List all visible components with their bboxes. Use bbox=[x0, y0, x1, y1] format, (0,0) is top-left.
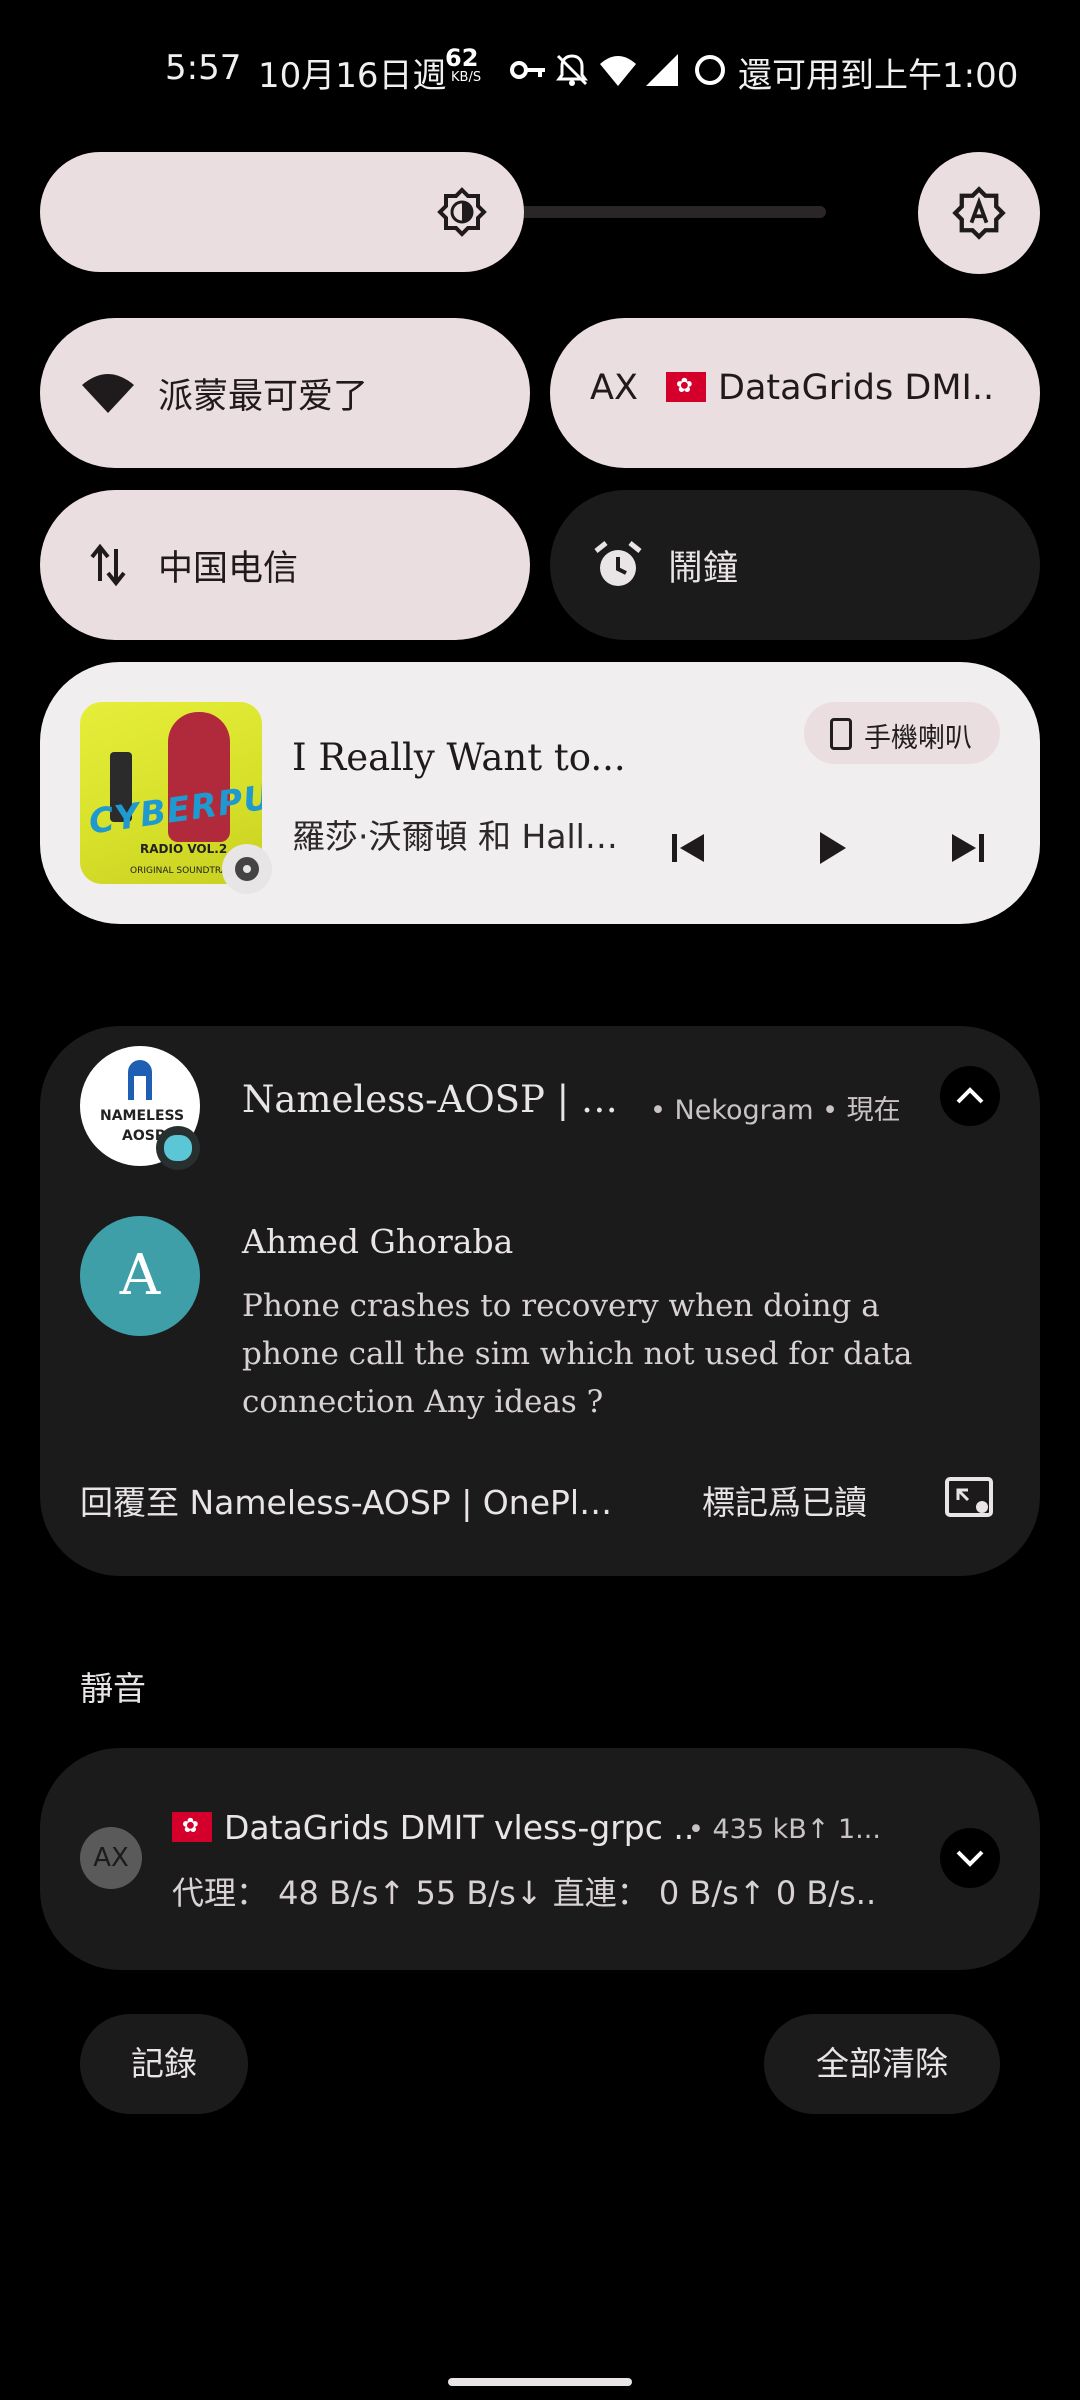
alarm-icon bbox=[594, 541, 642, 586]
group-avatar-text-1: NAMELESS bbox=[100, 1108, 185, 1124]
nameless-logo-icon bbox=[128, 1060, 152, 1100]
wifi-icon bbox=[82, 374, 134, 413]
skip-previous-icon[interactable] bbox=[658, 818, 718, 878]
album-art-subtitle: RADIO VOL.2 bbox=[140, 842, 228, 856]
net-speed-indicator: 62 KB/S bbox=[445, 44, 497, 92]
notifications-off-icon bbox=[556, 54, 588, 86]
reply-action-button[interactable]: 回覆至 Nameless-AOSP | OnePlus... bbox=[80, 1476, 630, 1524]
brightness-auto-icon bbox=[952, 186, 1006, 240]
tile-alarm[interactable]: 鬧鐘 bbox=[550, 490, 1040, 640]
silent-section-header: 靜音 bbox=[80, 1669, 146, 1708]
tile-wifi[interactable]: 派蒙最可爱了 bbox=[40, 318, 530, 468]
phone-icon bbox=[830, 718, 852, 750]
output-device-label: 手機喇叭 bbox=[864, 723, 972, 754]
tile-wifi-label: 派蒙最可爱了 bbox=[158, 377, 369, 417]
tile-mobile-data[interactable]: 中国电信 bbox=[40, 490, 530, 640]
sender-name: Ahmed Ghoraba bbox=[242, 1222, 514, 1261]
clock: 5:57 bbox=[165, 48, 242, 88]
tile-vpn[interactable]: AX DataGrids DMI.. bbox=[550, 318, 1040, 468]
vpn-notification[interactable]: AX DataGrids DMIT vless-grpc .. • 435 kB… bbox=[40, 1748, 1040, 1970]
tile-mobile-data-label: 中国电信 bbox=[158, 549, 299, 589]
skip-next-icon[interactable] bbox=[938, 818, 998, 878]
play-icon[interactable] bbox=[800, 818, 860, 878]
chevron-down-icon bbox=[956, 1850, 984, 1867]
chevron-up-icon bbox=[956, 1087, 984, 1104]
sender-avatar: A bbox=[80, 1216, 200, 1336]
wifi-icon bbox=[600, 56, 636, 86]
net-speed-unit: KB/S bbox=[451, 70, 482, 85]
conversation-title: Nameless-AOSP | On... bbox=[242, 1078, 642, 1121]
vpn-key-icon bbox=[510, 61, 545, 79]
vpn-title: DataGrids DMIT vless-grpc .. bbox=[172, 1808, 694, 1847]
brightness-track[interactable] bbox=[500, 206, 826, 218]
date: 10月16日週 bbox=[258, 56, 447, 96]
song-artist: 羅莎·沃爾頓 和 Halli... bbox=[292, 817, 622, 856]
auto-brightness-button[interactable] bbox=[918, 152, 1040, 274]
tile-vpn-label: DataGrids DMI.. bbox=[666, 368, 1006, 408]
collapse-button[interactable] bbox=[940, 1066, 1000, 1126]
bubble-icon[interactable] bbox=[944, 1476, 994, 1518]
vpn-meta: • 435 kB↑ 1... bbox=[688, 1814, 881, 1845]
tile-alarm-label: 鬧鐘 bbox=[668, 549, 739, 589]
vpn-traffic-text: 代理： 48 B/s↑ 55 B/s↓ 直連： 0 B/s↑ 0 B/s.. bbox=[172, 1874, 877, 1912]
expand-button[interactable] bbox=[940, 1828, 1000, 1888]
vpn-app-icon: AX bbox=[80, 1827, 142, 1889]
conversation-meta: • Nekogram • 現在 bbox=[650, 1095, 901, 1126]
status-bar: 5:57 10月16日週 62 KB/S 還可用到上午1:00 bbox=[0, 44, 1080, 96]
cellular-signal-icon bbox=[646, 54, 678, 86]
mark-read-action-button[interactable]: 標記爲已讀 bbox=[702, 1476, 867, 1524]
song-title: I Really Want to... bbox=[292, 736, 626, 779]
gesture-home-bar[interactable] bbox=[448, 2378, 632, 2386]
media-player-card[interactable]: CYBERPUNK RADIO VOL.2 ORIGINAL SOUNDTRAC… bbox=[40, 662, 1040, 924]
battery-until-text: 還可用到上午1:00 bbox=[738, 56, 1019, 96]
nekogram-app-icon bbox=[156, 1126, 200, 1170]
mobile-data-icon bbox=[90, 543, 126, 587]
net-speed-value: 62 bbox=[445, 44, 479, 72]
media-app-badge-icon bbox=[222, 844, 272, 894]
clear-all-button[interactable]: 全部清除 bbox=[764, 2014, 1000, 2114]
hk-flag-icon bbox=[666, 372, 706, 402]
history-button[interactable]: 記錄 bbox=[80, 2014, 248, 2114]
battery-ring-icon bbox=[695, 55, 725, 85]
brightness-icon bbox=[437, 187, 487, 237]
tile-vpn-prefix: AX bbox=[590, 368, 638, 408]
message-text: Phone crashes to recovery when doing a p… bbox=[242, 1288, 913, 1420]
output-device-chip[interactable]: 手機喇叭 bbox=[804, 702, 1000, 764]
hk-flag-icon bbox=[172, 1812, 212, 1842]
conversation-notification[interactable]: NAMELESS AOSP Nameless-AOSP | On... • Ne… bbox=[40, 1026, 1040, 1576]
